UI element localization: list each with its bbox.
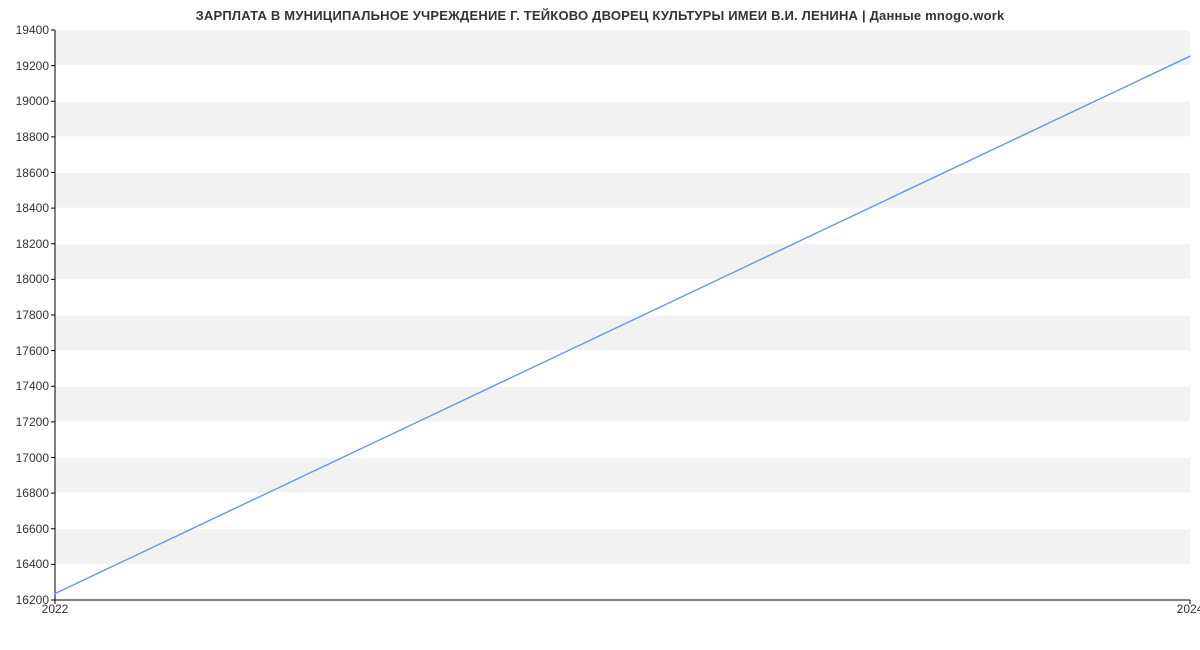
x-tick-label: 2024: [1177, 602, 1200, 616]
y-tick-label: 16400: [5, 557, 49, 571]
chart-svg: [55, 30, 1190, 600]
y-tick-label: 19400: [5, 23, 49, 37]
y-tick-label: 16800: [5, 486, 49, 500]
y-tick-label: 18800: [5, 130, 49, 144]
y-tick-label: 19200: [5, 59, 49, 73]
y-tick-label: 18600: [5, 166, 49, 180]
x-tick-label: 2022: [42, 602, 69, 616]
y-tick-label: 18400: [5, 201, 49, 215]
y-tick-label: 17600: [5, 344, 49, 358]
chart-container: ЗАРПЛАТА В МУНИЦИПАЛЬНОЕ УЧРЕЖДЕНИЕ Г. Т…: [0, 0, 1200, 650]
y-tick-label: 17200: [5, 415, 49, 429]
y-tick-label: 17800: [5, 308, 49, 322]
y-tick-label: 16600: [5, 522, 49, 536]
y-tick-label: 17400: [5, 379, 49, 393]
chart-title: ЗАРПЛАТА В МУНИЦИПАЛЬНОЕ УЧРЕЖДЕНИЕ Г. Т…: [0, 8, 1200, 23]
plot-area: [55, 30, 1190, 600]
y-tick-label: 18200: [5, 237, 49, 251]
y-tick-label: 17000: [5, 451, 49, 465]
y-tick-label: 19000: [5, 94, 49, 108]
y-tick-label: 18000: [5, 272, 49, 286]
